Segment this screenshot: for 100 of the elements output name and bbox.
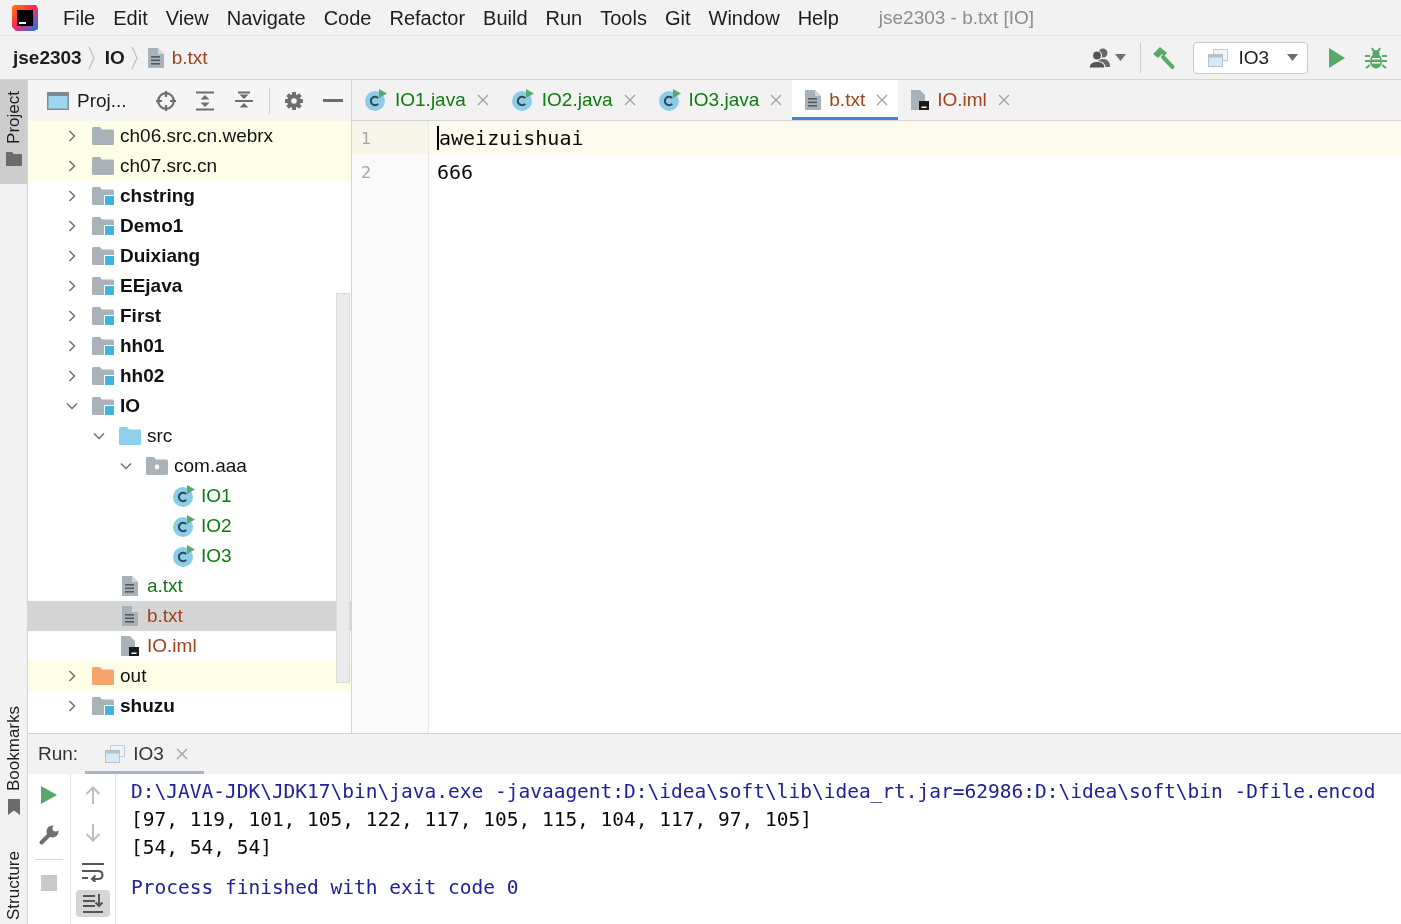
run-config-dropdown[interactable]: IO3 [1193, 41, 1308, 74]
run-tab[interactable]: IO3 [85, 734, 204, 774]
tool-window-tab[interactable]: Structure [0, 847, 27, 924]
menu-item[interactable]: Run [545, 3, 583, 32]
tree-item[interactable]: ch06.src.cn.webrx [28, 121, 351, 151]
module-folder-icon [92, 397, 114, 415]
tree-item[interactable]: com.aaa [28, 451, 351, 481]
menu-item[interactable]: Tools [600, 3, 647, 32]
user-menu-button[interactable] [1088, 47, 1127, 68]
menu-item[interactable]: Help [797, 3, 839, 32]
menu-item[interactable]: Code [323, 3, 372, 32]
line-number: 1 [352, 121, 428, 155]
class-icon [173, 515, 195, 537]
editor-tab[interactable]: IO.iml [898, 80, 1020, 120]
code-text: 666 [437, 160, 474, 184]
module-folder-icon [92, 337, 114, 355]
menu-item[interactable]: Window [708, 3, 780, 32]
editor-tab[interactable]: IO3.java [645, 80, 793, 120]
breadcrumb-item[interactable]: IO [104, 46, 125, 69]
chevron-right-icon[interactable] [66, 250, 78, 262]
soft-wrap-icon[interactable] [82, 862, 104, 882]
tree-item[interactable]: ch07.src.cn [28, 151, 351, 181]
menu-item[interactable]: Build [483, 3, 528, 32]
editor-tab[interactable]: IO2.java [498, 80, 646, 120]
run-icon[interactable] [1329, 47, 1345, 68]
module-folder-icon [92, 187, 114, 205]
tree-item[interactable]: b.txt [28, 601, 351, 631]
expand-all-icon[interactable] [194, 90, 215, 111]
chevron-right-icon[interactable] [66, 280, 78, 292]
text-file-icon [122, 576, 138, 596]
collapse-all-icon[interactable] [233, 90, 254, 111]
people-icon [1088, 47, 1113, 68]
class-icon [658, 89, 681, 111]
hammer-icon[interactable] [1152, 45, 1177, 70]
file-icon [121, 636, 139, 656]
tree-item[interactable]: Demo1 [28, 211, 351, 241]
tree-item[interactable]: src [28, 421, 351, 451]
file-icon [911, 90, 930, 110]
scroll-to-end-icon[interactable] [76, 890, 110, 917]
package-folder-icon [146, 457, 168, 475]
wrench-icon[interactable] [38, 824, 60, 846]
tool-window-tab[interactable]: Project [0, 80, 27, 184]
module-folder-icon [92, 307, 114, 325]
menu-item[interactable]: Refactor [389, 3, 466, 32]
bug-icon[interactable] [1365, 46, 1387, 69]
chevron-right-icon[interactable] [66, 130, 78, 142]
menu-item[interactable]: Navigate [226, 3, 306, 32]
chevron-right-icon[interactable] [66, 370, 78, 382]
menu-item[interactable]: Edit [113, 3, 148, 32]
close-icon[interactable] [175, 748, 188, 760]
tree-item[interactable]: Duixiang [28, 241, 351, 271]
bookmark-icon [7, 799, 20, 815]
tree-item[interactable]: out [28, 661, 351, 691]
project-view-dropdown[interactable]: Proj... [77, 89, 127, 112]
folder-icon [92, 127, 114, 145]
chevron-down-icon[interactable] [93, 430, 105, 442]
scrollbar-thumb[interactable] [336, 293, 350, 683]
class-icon [173, 485, 195, 507]
console-line: [54, 54, 54] [131, 835, 273, 861]
chevron-right-icon[interactable] [66, 670, 78, 682]
chevron-down-icon[interactable] [66, 400, 78, 412]
app-logo-icon [12, 4, 38, 31]
menu-item[interactable]: File [63, 3, 96, 32]
chevron-right-icon[interactable] [66, 160, 78, 172]
close-icon[interactable] [623, 94, 636, 106]
chevron-icon [130, 45, 138, 70]
editor-tab[interactable]: b.txt [792, 80, 899, 120]
editor-tab[interactable]: IO1.java [352, 80, 499, 120]
breadcrumb-item[interactable]: jse2303 [13, 46, 82, 69]
breadcrumb-item[interactable]: b.txt [147, 46, 208, 69]
chevron-right-icon[interactable] [66, 340, 78, 352]
module-folder-icon [92, 217, 114, 235]
text-cursor [437, 126, 439, 150]
code-text: aweizuishuai [439, 126, 584, 150]
folder-icon [92, 667, 114, 685]
module-folder-icon [92, 697, 114, 715]
tree-item[interactable]: chstring [28, 181, 351, 211]
tree-item[interactable]: shuzu [28, 691, 351, 721]
chevron-right-icon[interactable] [66, 190, 78, 202]
chevron-right-icon[interactable] [66, 700, 78, 712]
close-icon[interactable] [770, 94, 783, 106]
chevron-icon [87, 45, 95, 70]
text-file-icon [805, 90, 822, 110]
console-line: Process finished with exit code 0 [131, 875, 520, 901]
close-icon[interactable] [997, 94, 1010, 106]
menu-item[interactable]: View [165, 3, 209, 32]
tool-window-tab[interactable]: Bookmarks [0, 702, 27, 819]
menu-item[interactable]: Git [664, 3, 691, 32]
chevron-down-icon[interactable] [120, 460, 132, 472]
chevron-right-icon[interactable] [66, 310, 78, 322]
console-line: [97, 119, 101, 105, 122, 117, 105, 115, 104, 117, 97, 105] [131, 807, 813, 833]
run-icon[interactable] [41, 786, 57, 804]
module-folder-icon [92, 247, 114, 265]
close-icon[interactable] [876, 94, 889, 106]
minimize-icon[interactable] [322, 99, 343, 102]
text-file-icon [122, 606, 138, 626]
crosshair-icon[interactable] [155, 90, 176, 111]
chevron-right-icon[interactable] [66, 220, 78, 232]
folder-icon [92, 157, 114, 175]
close-icon[interactable] [476, 94, 489, 106]
